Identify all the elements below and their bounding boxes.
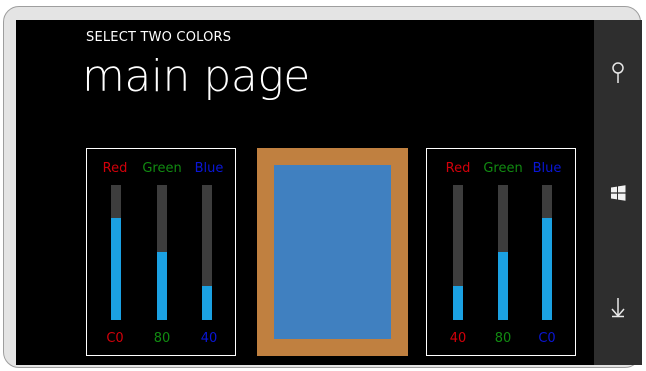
green-label: Green [142,161,182,176]
color-picker-left: Red Green Blue C0 80 40 [86,148,236,356]
blue-label: Blue [194,161,224,176]
windows-start-icon [609,184,627,206]
start-button[interactable] [594,178,642,212]
red-label: Red [445,161,471,176]
green-slider-fill [157,252,167,320]
blue-slider[interactable] [542,185,552,320]
green-slider-fill [498,252,508,320]
app-screen: SELECT TWO COLORS main page Red Green Bl… [16,20,594,365]
green-label: Green [483,161,523,176]
blue-slider-fill [202,286,212,320]
search-icon [610,62,626,88]
blue-value: C0 [538,331,556,346]
red-value: C0 [106,331,124,346]
red-slider-fill [111,218,121,320]
hardware-nav-bar [594,20,642,365]
blue-slider-fill [542,218,552,320]
color-preview-center [274,165,391,339]
back-arrow-icon [610,296,626,322]
app-title: SELECT TWO COLORS [86,30,232,45]
color-preview-border [257,148,408,356]
blue-slider[interactable] [202,185,212,320]
red-slider[interactable] [453,185,463,320]
green-slider[interactable] [157,185,167,320]
red-value: 40 [449,331,467,346]
search-button[interactable] [594,58,642,92]
color-picker-right: Red Green Blue 40 80 C0 [426,148,576,356]
green-value: 80 [494,331,512,346]
green-slider[interactable] [498,185,508,320]
blue-value: 40 [200,331,218,346]
blue-label: Blue [532,161,562,176]
green-value: 80 [153,331,171,346]
red-label: Red [102,161,128,176]
red-slider[interactable] [111,185,121,320]
red-slider-fill [453,286,463,320]
page-title: main page [82,51,310,102]
back-button[interactable] [594,292,642,326]
